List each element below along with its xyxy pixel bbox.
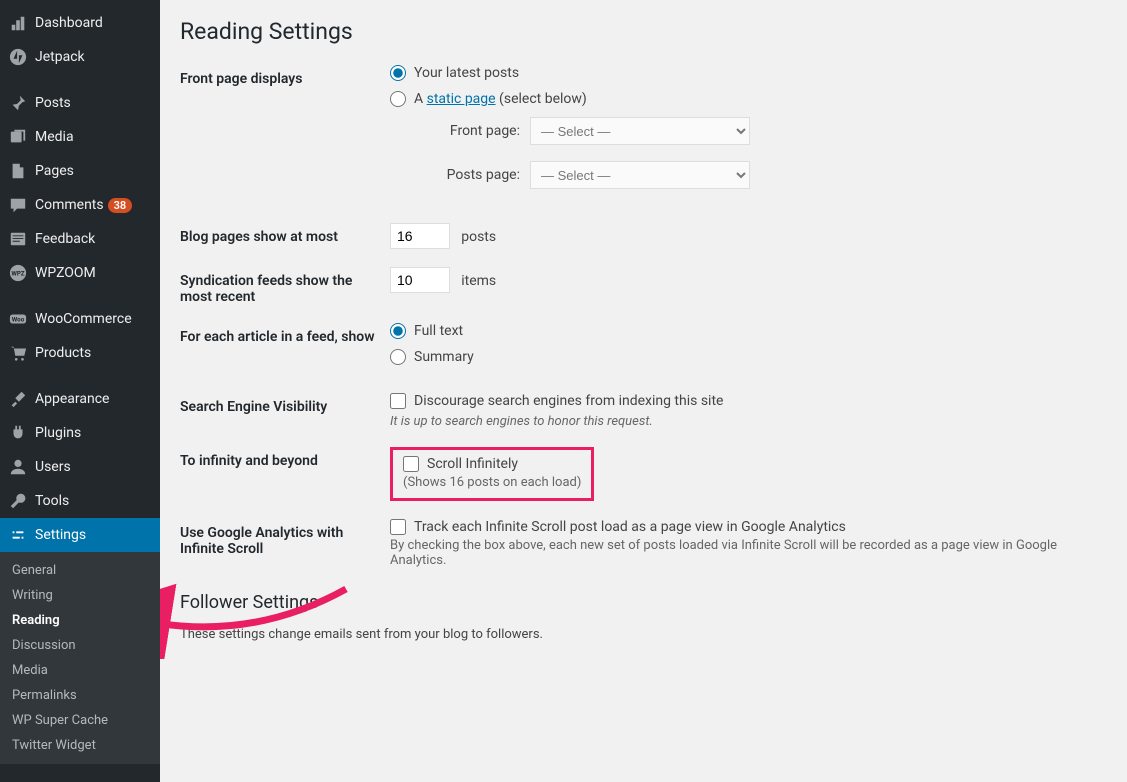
feedback-icon — [8, 229, 28, 249]
blog-pages-input[interactable] — [390, 223, 450, 249]
sev-checkbox-label: Discourage search engines from indexing … — [414, 393, 723, 409]
sidebar-label: Settings — [35, 527, 86, 543]
follower-settings-desc: These settings change emails sent from y… — [180, 627, 1107, 642]
radio-full-text[interactable] — [390, 323, 406, 339]
submenu-reading[interactable]: Reading — [0, 608, 160, 633]
scroll-infinitely-highlight: Scroll Infinitely (Shows 16 posts on eac… — [390, 447, 594, 501]
sidebar-label: WPZOOM — [35, 265, 96, 281]
sidebar-label: Posts — [35, 95, 71, 111]
comment-icon — [8, 195, 28, 215]
admin-sidebar: Dashboard Jetpack Posts Media Pages Comm… — [0, 0, 160, 782]
feed-show-label: For each article in a feed, show — [180, 323, 390, 345]
users-icon — [8, 457, 28, 477]
scroll-infinitely-checkbox[interactable] — [403, 456, 419, 472]
sidebar-label: Feedback — [35, 231, 95, 247]
annotation-arrow — [160, 579, 366, 659]
pin-icon — [8, 93, 28, 113]
sev-checkbox[interactable] — [390, 393, 406, 409]
sidebar-label: Dashboard — [35, 15, 103, 31]
scroll-infinitely-desc: (Shows 16 posts on each load) — [403, 475, 581, 490]
sidebar-item-appearance[interactable]: Appearance — [0, 382, 160, 416]
tools-icon — [8, 491, 28, 511]
appearance-icon — [8, 389, 28, 409]
blog-pages-label: Blog pages show at most — [180, 223, 390, 245]
sev-label: Search Engine Visibility — [180, 393, 390, 415]
sidebar-item-users[interactable]: Users — [0, 450, 160, 484]
front-page-select[interactable]: — Select — — [530, 117, 750, 145]
follower-settings-heading: Follower Settings — [180, 592, 1107, 613]
sidebar-label: Jetpack — [35, 49, 85, 65]
latest-posts-label: Your latest posts — [414, 65, 519, 81]
submenu-writing[interactable]: Writing — [0, 583, 160, 608]
front-page-displays-label: Front page displays — [180, 65, 390, 87]
sidebar-item-pages[interactable]: Pages — [0, 154, 160, 188]
settings-submenu: General Writing Reading Discussion Media… — [0, 552, 160, 764]
dashboard-icon — [8, 13, 28, 33]
submenu-discussion[interactable]: Discussion — [0, 633, 160, 658]
full-text-label: Full text — [414, 323, 463, 339]
comments-badge: 38 — [108, 198, 133, 213]
infinity-label: To infinity and beyond — [180, 447, 390, 469]
radio-latest-posts[interactable] — [390, 65, 406, 81]
media-icon — [8, 127, 28, 147]
sidebar-item-jetpack[interactable]: Jetpack — [0, 40, 160, 74]
products-icon — [8, 343, 28, 363]
svg-text:WPZ: WPZ — [11, 270, 24, 278]
sidebar-label: Products — [35, 345, 91, 361]
submenu-permalinks[interactable]: Permalinks — [0, 683, 160, 708]
sidebar-label: Users — [35, 459, 71, 475]
static-page-label: A static page (select below) — [414, 91, 587, 107]
ga-label: Use Google Analytics with Infinite Scrol… — [180, 519, 390, 557]
settings-icon — [8, 525, 28, 545]
jetpack-icon — [8, 47, 28, 67]
sidebar-item-comments[interactable]: Comments 38 — [0, 188, 160, 222]
ga-checkbox[interactable] — [390, 519, 406, 535]
sidebar-item-media[interactable]: Media — [0, 120, 160, 154]
syndication-input[interactable] — [390, 267, 450, 293]
sidebar-label: WooCommerce — [35, 311, 132, 327]
submenu-media[interactable]: Media — [0, 658, 160, 683]
scroll-infinitely-label: Scroll Infinitely — [427, 456, 518, 472]
summary-label: Summary — [414, 349, 474, 365]
posts-suffix: posts — [461, 229, 496, 245]
syndication-label: Syndication feeds show the most recent — [180, 267, 390, 305]
sidebar-label: Tools — [35, 493, 69, 509]
submenu-twitterwidget[interactable]: Twitter Widget — [0, 733, 160, 758]
sidebar-label: Media — [35, 129, 74, 145]
sidebar-item-products[interactable]: Products — [0, 336, 160, 370]
sidebar-item-plugins[interactable]: Plugins — [0, 416, 160, 450]
woocommerce-icon: Woo — [8, 309, 28, 329]
sidebar-item-settings[interactable]: Settings — [0, 518, 160, 552]
radio-summary[interactable] — [390, 349, 406, 365]
plugins-icon — [8, 423, 28, 443]
sidebar-item-feedback[interactable]: Feedback — [0, 222, 160, 256]
sidebar-item-wpzoom[interactable]: WPZ WPZOOM — [0, 256, 160, 290]
main-content: Reading Settings Front page displays You… — [160, 0, 1127, 782]
wpzoom-icon: WPZ — [8, 263, 28, 283]
pages-icon — [8, 161, 28, 181]
page-title: Reading Settings — [180, 18, 1107, 45]
posts-page-select[interactable]: — Select — — [530, 161, 750, 189]
ga-description: By checking the box above, each new set … — [390, 538, 1107, 568]
items-suffix: items — [461, 273, 496, 289]
static-page-link[interactable]: static page — [427, 91, 496, 107]
sidebar-label: Comments — [35, 197, 104, 213]
sev-description: It is up to search engines to honor this… — [390, 414, 1107, 429]
sidebar-label: Pages — [35, 163, 74, 179]
sidebar-label: Plugins — [35, 425, 81, 441]
sidebar-item-dashboard[interactable]: Dashboard — [0, 6, 160, 40]
submenu-general[interactable]: General — [0, 558, 160, 583]
posts-page-sublabel: Posts page: — [430, 167, 520, 183]
sidebar-item-posts[interactable]: Posts — [0, 86, 160, 120]
svg-text:Woo: Woo — [12, 316, 25, 324]
submenu-wpsupercache[interactable]: WP Super Cache — [0, 708, 160, 733]
sidebar-label: Appearance — [35, 391, 109, 407]
ga-checkbox-label: Track each Infinite Scroll post load as … — [414, 519, 846, 535]
radio-static-page[interactable] — [390, 91, 406, 107]
sidebar-item-woocommerce[interactable]: Woo WooCommerce — [0, 302, 160, 336]
sidebar-item-tools[interactable]: Tools — [0, 484, 160, 518]
front-page-sublabel: Front page: — [430, 123, 520, 139]
